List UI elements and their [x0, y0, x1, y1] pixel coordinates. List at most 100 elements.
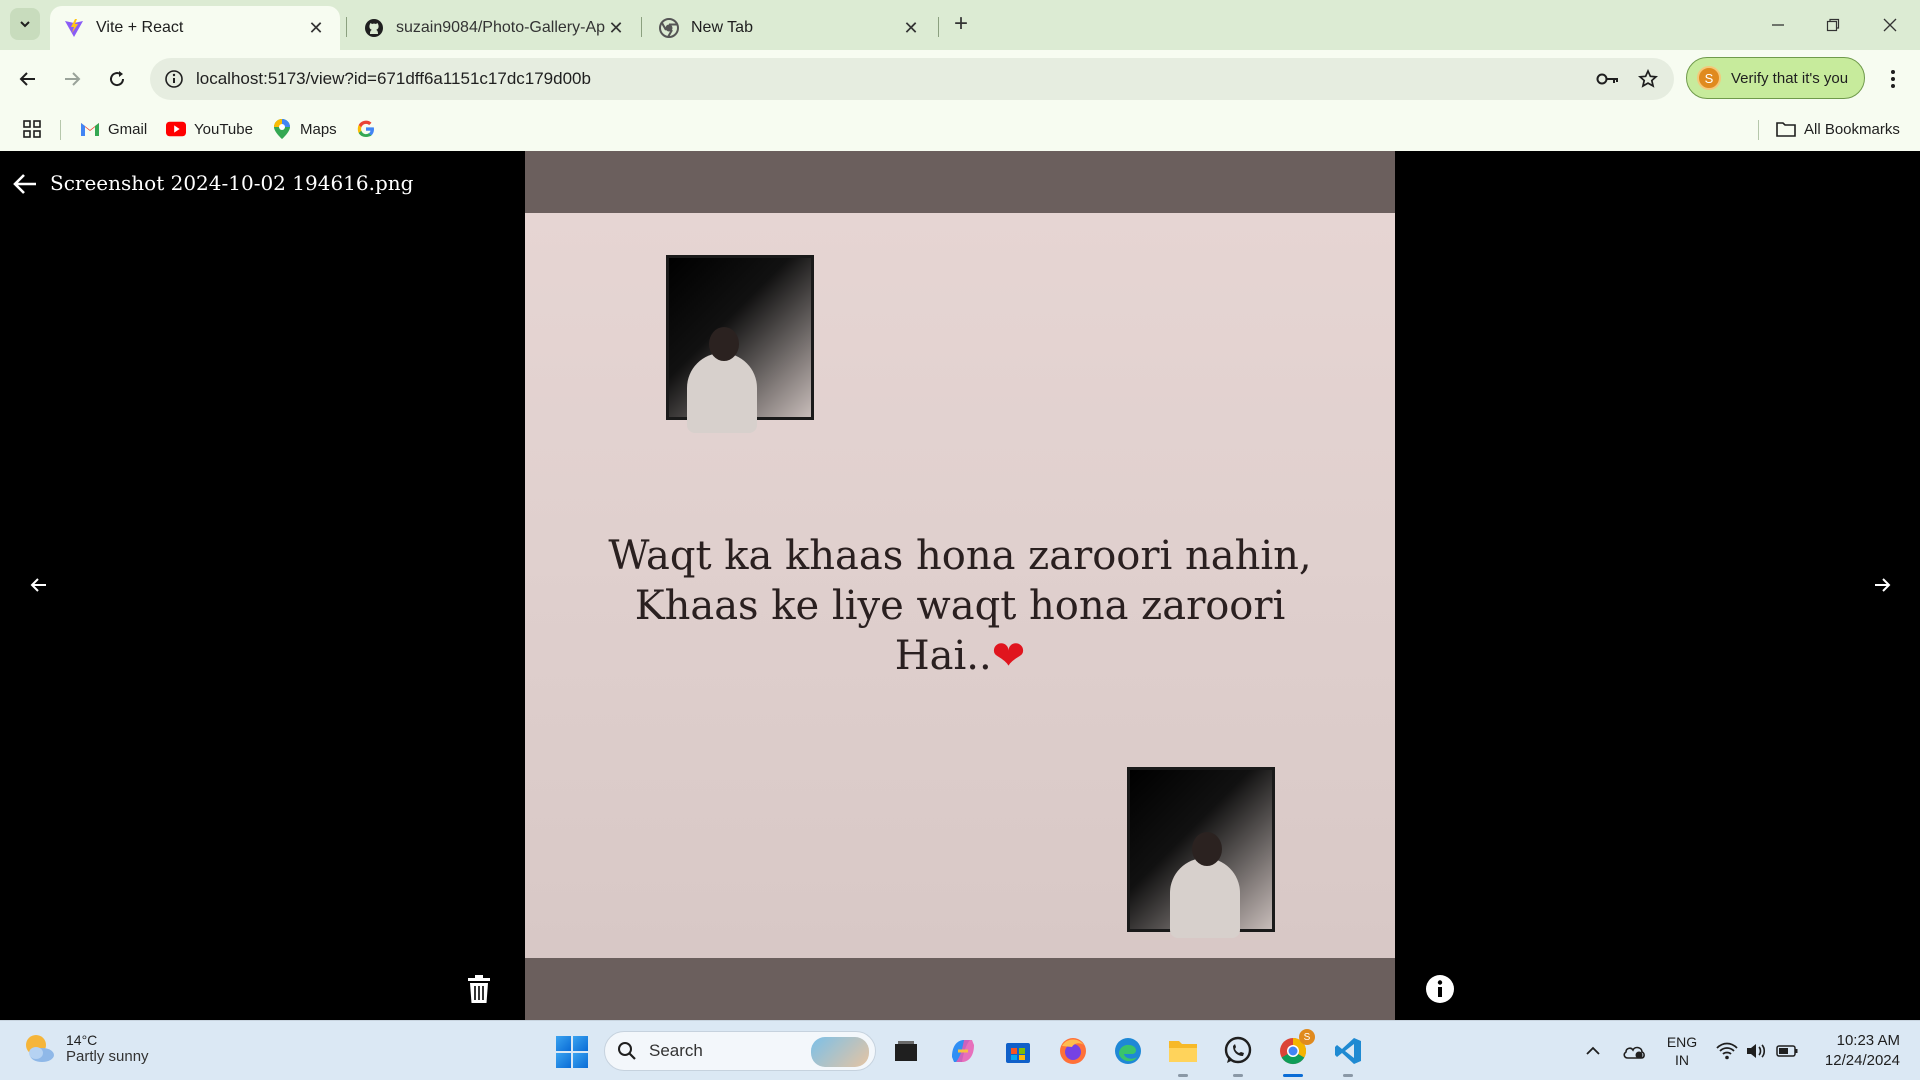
- firefox-icon: [1060, 1038, 1086, 1064]
- password-key-icon[interactable]: [1588, 59, 1628, 99]
- search-placeholder: Search: [649, 1041, 703, 1060]
- windows-taskbar: 14°C Partly sunny Search S ENG IN 10:23 …: [0, 1020, 1920, 1080]
- arrow-right-icon: [65, 72, 81, 86]
- region-code: IN: [1675, 1052, 1689, 1068]
- new-tab-button[interactable]: +: [948, 12, 974, 38]
- arrow-right-icon: [1875, 578, 1891, 592]
- tab-title: New Tab: [691, 19, 753, 36]
- running-indicator: [1343, 1074, 1353, 1077]
- copilot-icon: [952, 1040, 974, 1062]
- battery-icon: [1776, 1045, 1798, 1057]
- all-bookmarks-button[interactable]: All Bookmarks: [1776, 116, 1900, 142]
- avatar: S: [1697, 66, 1721, 90]
- vite-icon: [64, 18, 84, 38]
- taskbar-vscode[interactable]: [1330, 1033, 1366, 1077]
- bookmark-youtube[interactable]: YouTube: [166, 116, 253, 142]
- system-clock[interactable]: 10:23 AM 12/24/2024: [1810, 1031, 1900, 1071]
- github-icon: [364, 18, 384, 38]
- delete-photo-button[interactable]: [461, 971, 497, 1007]
- bookmark-gmail[interactable]: Gmail: [80, 116, 147, 142]
- bookmark-maps[interactable]: Maps: [272, 116, 337, 142]
- battery-tray-icon[interactable]: [1774, 1021, 1800, 1080]
- partly-sunny-icon: [22, 1031, 56, 1065]
- close-tab-icon[interactable]: ✕: [306, 18, 326, 38]
- search-icon: [618, 1042, 636, 1060]
- task-view-icon: [895, 1041, 917, 1061]
- browser-menu-button[interactable]: [1878, 63, 1908, 95]
- quote-line: Waqt ka khaas hona zaroori nahin,: [608, 533, 1312, 579]
- url-text[interactable]: localhost:5173/view?id=671dff6a1151c17dc…: [196, 69, 1588, 89]
- tab-vite-react[interactable]: Vite + React ✕: [50, 6, 340, 50]
- tab-search-button[interactable]: [10, 8, 40, 40]
- folder-icon: [1776, 119, 1796, 139]
- close-tab-icon[interactable]: ✕: [901, 18, 921, 38]
- all-bookmarks-label: All Bookmarks: [1804, 120, 1900, 138]
- onedrive-tray-icon[interactable]: [1620, 1021, 1648, 1080]
- chevron-up-icon: [1586, 1046, 1600, 1055]
- taskbar-chrome[interactable]: S: [1275, 1029, 1315, 1077]
- vscode-icon: [1335, 1038, 1361, 1064]
- gmail-icon: [80, 119, 100, 139]
- taskbar-edge[interactable]: [1110, 1033, 1146, 1069]
- previous-photo-button[interactable]: [19, 565, 59, 605]
- taskbar-store[interactable]: [1000, 1033, 1036, 1069]
- weather-condition: Partly sunny: [66, 1047, 149, 1065]
- window-decoration: [666, 255, 814, 433]
- file-name-title: Screenshot 2024-10-02 194616.png: [50, 171, 414, 195]
- weather-widget[interactable]: 14°C Partly sunny: [22, 1031, 149, 1065]
- taskbar-search-box[interactable]: Search: [604, 1031, 876, 1071]
- quote-line: Khaas ke liye waqt hona zaroori: [634, 583, 1286, 629]
- weather-temperature: 14°C: [66, 1031, 98, 1048]
- restore-button[interactable]: [1815, 10, 1851, 40]
- window-decoration: [1127, 767, 1275, 938]
- forward-button[interactable]: [56, 63, 88, 95]
- running-indicator: [1233, 1074, 1243, 1077]
- minimize-button[interactable]: [1760, 10, 1796, 40]
- active-indicator: [1283, 1074, 1303, 1077]
- back-to-gallery-button[interactable]: [10, 169, 40, 199]
- maps-icon: [272, 119, 292, 139]
- bookmark-label: Gmail: [108, 120, 148, 138]
- taskbar-firefox[interactable]: [1055, 1033, 1091, 1069]
- whatsapp-icon: [1224, 1036, 1252, 1064]
- verify-label: Verify that it's you: [1731, 69, 1849, 87]
- running-indicator: [1178, 1074, 1188, 1077]
- reload-icon: [110, 71, 125, 87]
- next-photo-button[interactable]: [1862, 565, 1902, 605]
- taskbar-whatsapp[interactable]: [1220, 1033, 1256, 1077]
- show-hidden-icons-button[interactable]: [1580, 1021, 1606, 1080]
- taskbar-copilot[interactable]: [945, 1033, 981, 1069]
- language-code: ENG: [1666, 1034, 1698, 1050]
- site-info-icon[interactable]: [154, 59, 194, 99]
- wifi-tray-icon[interactable]: [1714, 1021, 1740, 1080]
- reload-button[interactable]: [101, 63, 133, 95]
- chevron-down-icon: [20, 21, 30, 28]
- folder-icon: [1169, 1041, 1197, 1062]
- volume-tray-icon[interactable]: [1744, 1021, 1770, 1080]
- apps-grid-icon: [23, 120, 41, 138]
- close-window-button[interactable]: [1872, 10, 1908, 40]
- language-indicator[interactable]: ENG IN: [1662, 1021, 1702, 1080]
- bookmarks-divider: [60, 120, 61, 140]
- taskbar-task-view[interactable]: [888, 1033, 924, 1069]
- tab-github[interactable]: suzain9084/Photo-Gallery-App ✕: [350, 6, 640, 50]
- tab-title: Vite + React: [96, 19, 184, 36]
- minimize-icon: [1772, 24, 1784, 26]
- address-bar[interactable]: localhost:5173/view?id=671dff6a1151c17dc…: [150, 58, 1674, 100]
- close-tab-icon[interactable]: ✕: [606, 18, 626, 38]
- heart-emoji: ❤: [991, 633, 1026, 679]
- verify-identity-button[interactable]: S Verify that it's you: [1686, 57, 1865, 99]
- photo-info-button[interactable]: [1422, 971, 1458, 1007]
- bookmark-star-icon[interactable]: [1628, 59, 1668, 99]
- clock-date: 12/24/2024: [1824, 1052, 1900, 1069]
- quote-line-last: Hai..❤: [525, 631, 1395, 681]
- bookmark-google[interactable]: [356, 116, 384, 142]
- wifi-icon: [1716, 1042, 1738, 1060]
- back-button[interactable]: [12, 63, 44, 95]
- taskbar-file-explorer[interactable]: [1165, 1033, 1201, 1077]
- apps-button[interactable]: [22, 116, 42, 142]
- bookmarks-bar: Gmail YouTube Maps All Bookmarks: [0, 108, 1920, 151]
- notification-badge: S: [1299, 1029, 1315, 1045]
- start-button[interactable]: [556, 1036, 588, 1068]
- tab-new-tab[interactable]: New Tab ✕: [645, 6, 935, 50]
